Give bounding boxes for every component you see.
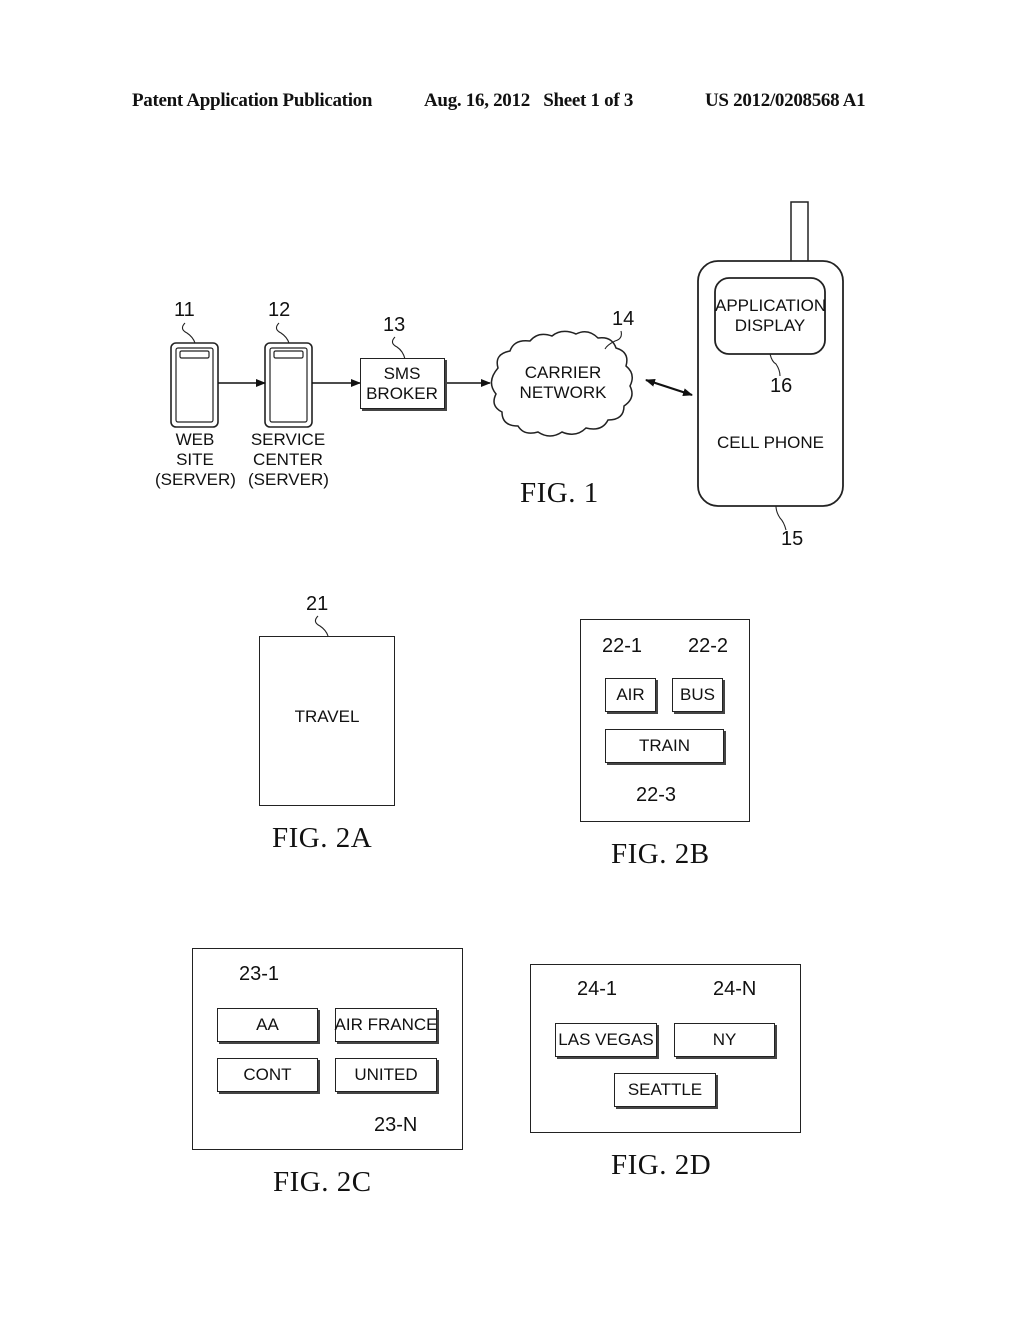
ref-16: 16 [770, 375, 793, 397]
sms-broker-label: SMS BROKER [361, 364, 443, 404]
ref-23-1: 23-1 [239, 963, 280, 985]
ref-22-1: 22-1 [602, 635, 643, 657]
carrier-network-label-line: CARRIER [524, 363, 602, 382]
service-center-label-line: (SERVER) [248, 470, 329, 489]
fig2d-caption: FIG. 2D [611, 1149, 712, 1181]
ref-11: 11 [174, 299, 195, 321]
cont-button[interactable]: CONT [217, 1058, 318, 1092]
application-display-label-line: APPLICATION [715, 296, 827, 315]
travel-screen: TRAVEL [259, 636, 395, 806]
ref-15: 15 [781, 528, 804, 550]
ref-23-n: 23-N [374, 1114, 418, 1136]
ref-13: 13 [383, 314, 406, 336]
fig2a-caption: FIG. 2A [272, 822, 373, 854]
service-center-label-line: CENTER [253, 450, 323, 469]
sms-broker-label-line: BROKER [366, 384, 438, 403]
train-button[interactable]: TRAIN [605, 729, 724, 763]
ref-22-3: 22-3 [636, 784, 677, 806]
service-center-server-icon [264, 342, 313, 428]
aa-button[interactable]: AA [217, 1008, 318, 1042]
carrier-network-label-line: NETWORK [519, 383, 607, 402]
application-display-label-line: DISPLAY [734, 316, 806, 335]
web-site-label-line: WEB [175, 430, 215, 449]
ref-22-2: 22-2 [688, 635, 729, 657]
fig2b-caption: FIG. 2B [611, 838, 710, 870]
application-display-label: APPLICATION DISPLAY [715, 296, 827, 336]
web-site-label-line: SITE [176, 450, 214, 469]
travel-label: TRAVEL [294, 707, 360, 726]
web-site-label: WEB SITE (SERVER) [155, 430, 236, 490]
diagram-graphics [170, 201, 844, 1117]
service-center-label-line: SERVICE [250, 430, 326, 449]
fig2c-caption: FIG. 2C [273, 1166, 372, 1198]
web-server-icon [170, 342, 219, 428]
airline-screen [192, 948, 463, 1150]
fig1-caption: FIG. 1 [520, 477, 599, 509]
ref-24-n: 24-N [713, 978, 757, 1000]
service-center-label: SERVICE CENTER (SERVER) [248, 430, 329, 490]
cell-phone-label: CELL PHONE [716, 433, 825, 452]
ref-24-1: 24-1 [577, 978, 618, 1000]
bus-button[interactable]: BUS [672, 678, 723, 712]
seattle-button[interactable]: SEATTLE [614, 1073, 716, 1107]
sms-broker-box: SMS BROKER [360, 358, 445, 409]
las-vegas-button[interactable]: LAS VEGAS [555, 1023, 657, 1057]
air-france-button[interactable]: AIR FRANCE [335, 1008, 437, 1042]
united-button[interactable]: UNITED [335, 1058, 437, 1092]
ref-12: 12 [268, 299, 291, 321]
ny-button[interactable]: NY [674, 1023, 775, 1057]
carrier-network-label: CARRIER NETWORK [518, 363, 608, 403]
ref-14: 14 [612, 308, 635, 330]
air-button[interactable]: AIR [605, 678, 656, 712]
arrow-network-phone-bidirectional [645, 378, 693, 397]
sms-broker-label-line: SMS [383, 364, 421, 383]
web-site-label-line: (SERVER) [155, 470, 236, 489]
ref-21: 21 [306, 593, 329, 615]
